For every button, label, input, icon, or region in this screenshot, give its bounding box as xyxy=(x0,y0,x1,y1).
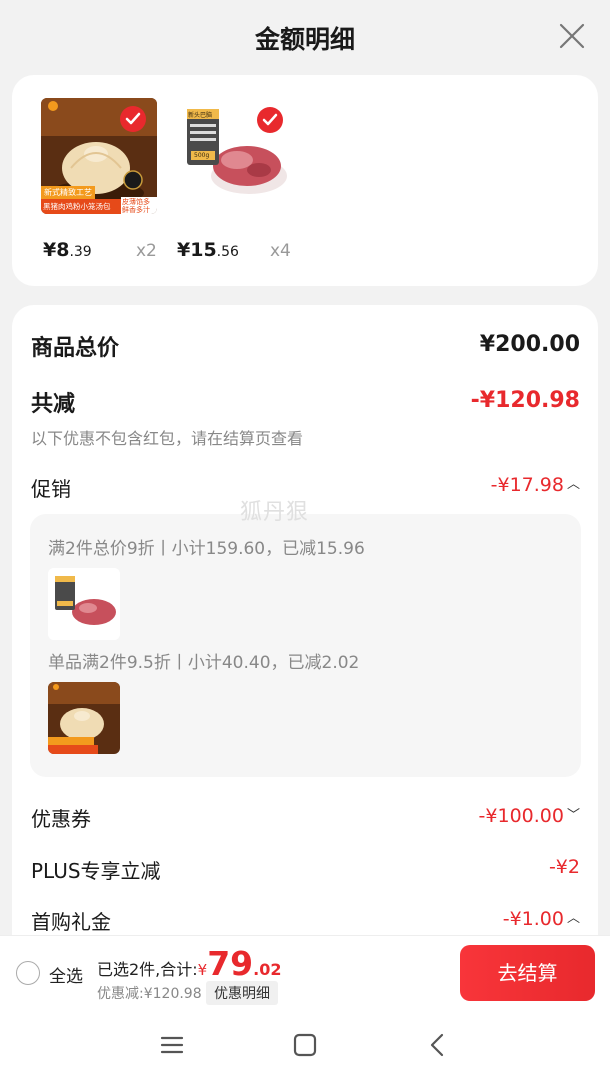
gift-label: 首购礼金 xyxy=(31,910,111,934)
home-icon[interactable] xyxy=(292,1032,318,1058)
check-icon[interactable] xyxy=(257,107,283,133)
chevron-up-icon: ︿ xyxy=(566,477,580,492)
plus-value: -¥2 xyxy=(548,856,580,878)
page-title: 金额明细 xyxy=(254,25,355,54)
amount-dec: .02 xyxy=(253,960,282,979)
product-price: ¥8.39 xyxy=(43,239,92,261)
promo-thumb-beef xyxy=(48,568,120,640)
products-card: 新式精致工艺 黑猪肉鸡粉小笼汤包 皮薄馅多 鲜香多汁 新头巴脑 500g ¥8.… xyxy=(12,75,598,286)
price-dec: .39 xyxy=(69,244,92,260)
promo-thumb-tangbao xyxy=(48,682,120,754)
promo-label: 促销 xyxy=(31,477,71,501)
gift-toggle[interactable]: -¥1.00 ︿ xyxy=(503,907,580,930)
gift-value: -¥1.00 xyxy=(502,908,564,930)
summary-card: 商品总价 ¥200.00 共减 -¥120.98 以下优惠不包含红包，请在结算页… xyxy=(12,305,598,945)
total-summary: 已选2件,合计:¥79.02 xyxy=(97,944,282,983)
select-all-radio[interactable] xyxy=(16,961,40,985)
discount-text: 优惠减:¥120.98 xyxy=(97,986,202,1002)
amount-int: 79 xyxy=(207,944,254,983)
chevron-up-icon: ︿ xyxy=(566,911,580,926)
total-value: ¥200.00 xyxy=(479,332,580,357)
system-nav-bar xyxy=(0,1010,610,1081)
selected-text: 已选2件,合计: xyxy=(97,960,198,979)
check-icon[interactable] xyxy=(120,106,146,132)
tangbao-tag: 皮薄馅多 鲜香多汁 xyxy=(121,197,157,214)
reduce-value: -¥120.98 xyxy=(470,388,580,413)
promo-detail-box: 满2件总价9折丨小计159.60，已减15.96 单品满2件9.5折丨小计40.… xyxy=(30,514,581,777)
close-icon[interactable] xyxy=(558,22,586,50)
coupon-value: -¥100.00 xyxy=(478,805,564,827)
promo-toggle[interactable]: -¥17.98 ︿ xyxy=(491,473,580,496)
chevron-down-icon: ﹀ xyxy=(566,808,580,823)
price-int: ¥8 xyxy=(43,239,70,261)
price-int: ¥15 xyxy=(177,239,217,261)
product-qty: x4 xyxy=(270,241,291,261)
checkout-button[interactable]: 去结算 xyxy=(460,945,595,1001)
coupon-label: 优惠券 xyxy=(31,807,91,831)
total-label: 商品总价 xyxy=(31,336,120,361)
watermark: 狐丹狠 xyxy=(240,500,310,525)
select-all-label[interactable]: 全选 xyxy=(49,962,83,987)
beef-weight: 500g xyxy=(194,152,210,159)
tangbao-name: 黑猪肉鸡粉小笼汤包 xyxy=(41,199,121,214)
header: 金额明细 xyxy=(0,0,610,76)
checkout-bar: 全选 已选2件,合计:¥79.02 优惠减:¥120.98 优惠明细 去结算 xyxy=(0,935,610,1010)
price-dec: .56 xyxy=(216,244,239,260)
menu-icon[interactable] xyxy=(159,1032,185,1058)
coupon-toggle[interactable]: -¥100.00 ﹀ xyxy=(479,804,580,827)
beef-tag: 新头巴脑 xyxy=(188,112,213,119)
plus-label: PLUS专享立减 xyxy=(31,859,161,883)
promo-item-text: 单品满2件9.5折丨小计40.40，已减2.02 xyxy=(48,653,360,673)
reduce-label: 共减 xyxy=(31,392,76,417)
promo-value: -¥17.98 xyxy=(490,474,564,496)
reduce-note: 以下优惠不包含红包，请在结算页查看 xyxy=(31,429,304,448)
product-qty: x2 xyxy=(136,241,157,261)
tangbao-band: 新式精致工艺 xyxy=(41,186,95,199)
currency: ¥ xyxy=(197,961,208,979)
discount-detail-button[interactable]: 优惠明细 xyxy=(206,981,278,1005)
promo-item-text: 满2件总价9折丨小计159.60，已减15.96 xyxy=(48,539,365,559)
product-price: ¥15.56 xyxy=(177,239,239,261)
back-icon[interactable] xyxy=(425,1032,451,1058)
